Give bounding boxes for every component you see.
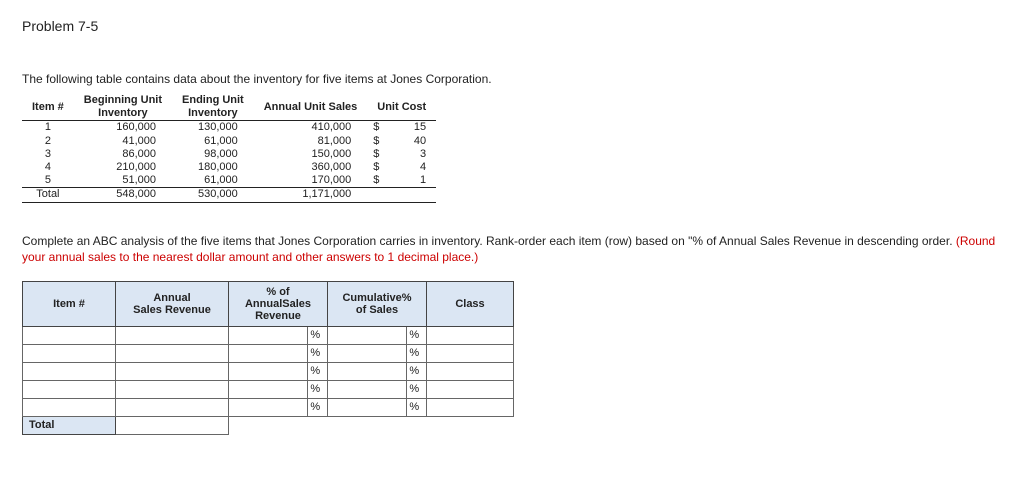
class-input[interactable] — [427, 344, 514, 362]
answer-row: %% — [23, 380, 514, 398]
col-end: Ending Unit Inventory — [172, 94, 254, 121]
problem-title: Problem 7-5 — [22, 18, 1002, 34]
cum-input[interactable] — [328, 362, 407, 380]
revenue-input[interactable] — [116, 344, 229, 362]
pct-label: % — [308, 380, 328, 398]
col-cost: Unit Cost — [367, 94, 436, 121]
ans-total-label: Total — [23, 416, 116, 434]
pct-label: % — [308, 326, 328, 344]
cum-input[interactable] — [328, 398, 407, 416]
pct-label: % — [308, 362, 328, 380]
cum-label: % — [407, 362, 427, 380]
ans-col-item: Item # — [23, 281, 116, 326]
revenue-input[interactable] — [116, 380, 229, 398]
instruction-text: Complete an ABC analysis of the five ite… — [22, 233, 1002, 265]
item-input[interactable] — [23, 344, 116, 362]
ans-col-class: Class — [427, 281, 514, 326]
class-input[interactable] — [427, 362, 514, 380]
ans-col-cum: Cumulative% of Sales — [328, 281, 427, 326]
item-input[interactable] — [23, 362, 116, 380]
ans-col-pct: % of AnnualSales Revenue — [229, 281, 328, 326]
intro-text: The following table contains data about … — [22, 72, 1002, 86]
class-input[interactable] — [427, 326, 514, 344]
table-row: 4210,000180,000360,000$4 — [22, 161, 436, 174]
abc-analysis-table: Item # Annual Sales Revenue % of AnnualS… — [22, 281, 514, 435]
item-input[interactable] — [23, 398, 116, 416]
total-end: 530,000 — [172, 188, 254, 202]
pct-input[interactable] — [229, 398, 308, 416]
cum-input[interactable] — [328, 344, 407, 362]
cum-label: % — [407, 344, 427, 362]
answer-row: %% — [23, 326, 514, 344]
answer-row: %% — [23, 398, 514, 416]
revenue-input[interactable] — [116, 326, 229, 344]
pct-input[interactable] — [229, 344, 308, 362]
pct-label: % — [308, 398, 328, 416]
cum-input[interactable] — [328, 326, 407, 344]
cum-label: % — [407, 326, 427, 344]
ans-total-rev[interactable] — [116, 416, 229, 434]
cum-label: % — [407, 380, 427, 398]
total-sales: 1,171,000 — [254, 188, 368, 202]
pct-input[interactable] — [229, 380, 308, 398]
table-row: 551,00061,000170,000$1 — [22, 174, 436, 188]
item-input[interactable] — [23, 326, 116, 344]
revenue-input[interactable] — [116, 398, 229, 416]
class-input[interactable] — [427, 398, 514, 416]
pct-input[interactable] — [229, 362, 308, 380]
answer-row: %% — [23, 344, 514, 362]
class-input[interactable] — [427, 380, 514, 398]
total-beg: 548,000 — [74, 188, 172, 202]
answer-row: %% — [23, 362, 514, 380]
revenue-input[interactable] — [116, 362, 229, 380]
col-sales: Annual Unit Sales — [254, 94, 368, 121]
table-row: 386,00098,000150,000$3 — [22, 148, 436, 161]
ans-col-rev: Annual Sales Revenue — [116, 281, 229, 326]
inventory-data-table: Item # Beginning Unit Inventory Ending U… — [22, 94, 436, 203]
col-item: Item # — [22, 94, 74, 121]
table-row: 241,00061,00081,000$40 — [22, 135, 436, 148]
pct-label: % — [308, 344, 328, 362]
col-beg: Beginning Unit Inventory — [74, 94, 172, 121]
total-label: Total — [22, 188, 74, 202]
cum-label: % — [407, 398, 427, 416]
cum-input[interactable] — [328, 380, 407, 398]
item-input[interactable] — [23, 380, 116, 398]
table-row: 1160,000130,000410,000$15 — [22, 121, 436, 135]
pct-input[interactable] — [229, 326, 308, 344]
